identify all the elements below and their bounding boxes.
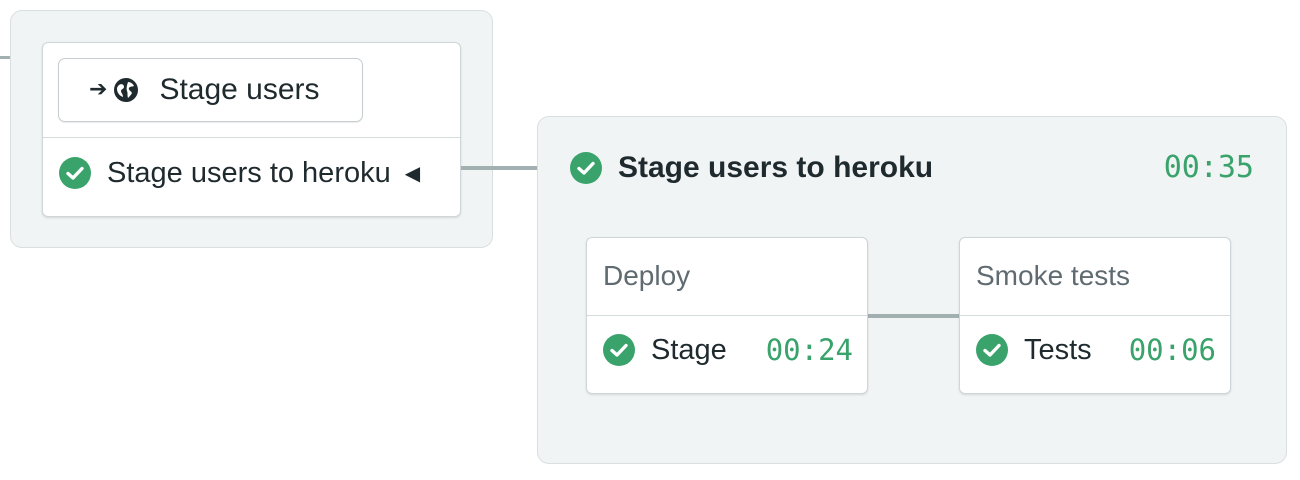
block-smoke-tests[interactable]: Smoke tests Tests 00:06: [959, 237, 1231, 394]
pipeline-header: Stage users to heroku: [570, 148, 933, 188]
promotion-card: ➔ Stage users Stage users to heroku ◀: [42, 42, 461, 217]
check-circle-icon: [976, 334, 1008, 366]
check-circle-icon: [570, 152, 602, 184]
job-label: Tests: [1024, 333, 1092, 366]
job-row[interactable]: Stage 00:24: [603, 330, 853, 370]
job-duration: 00:06: [1128, 333, 1216, 367]
pipeline-link-label: Stage users to heroku: [107, 156, 391, 189]
card-divider: [43, 137, 460, 138]
workflow-canvas: ➔ Stage users Stage users to heroku ◀ St…: [0, 0, 1300, 480]
block-title: Deploy: [603, 260, 691, 291]
job-duration: 00:24: [765, 333, 853, 367]
globe-icon: [113, 77, 139, 103]
pipeline-duration: 00:35: [1163, 150, 1254, 185]
block-deploy[interactable]: Deploy Stage 00:24: [586, 237, 868, 394]
check-circle-icon: [59, 157, 91, 189]
pipeline-title: Stage users to heroku: [618, 151, 934, 184]
pipeline-panel: Stage users to heroku 00:35 Deploy Stage…: [537, 116, 1287, 464]
job-row[interactable]: Tests 00:06: [976, 330, 1216, 370]
arrow-right-icon: ➔: [89, 77, 108, 102]
pipeline-connector: [461, 166, 538, 170]
promotion-button-label: Stage users: [159, 73, 320, 106]
check-circle-icon: [603, 334, 635, 366]
promotion-panel: ➔ Stage users Stage users to heroku ◀: [10, 10, 493, 248]
caret-left-icon: ◀: [404, 161, 421, 185]
block-divider: [587, 315, 867, 316]
job-label: Stage: [651, 333, 727, 366]
pipeline-link[interactable]: Stage users to heroku ◀: [59, 153, 420, 193]
block-connector: [868, 314, 960, 318]
block-divider: [960, 315, 1230, 316]
promotion-button[interactable]: ➔ Stage users: [58, 58, 363, 122]
block-title: Smoke tests: [976, 260, 1131, 291]
